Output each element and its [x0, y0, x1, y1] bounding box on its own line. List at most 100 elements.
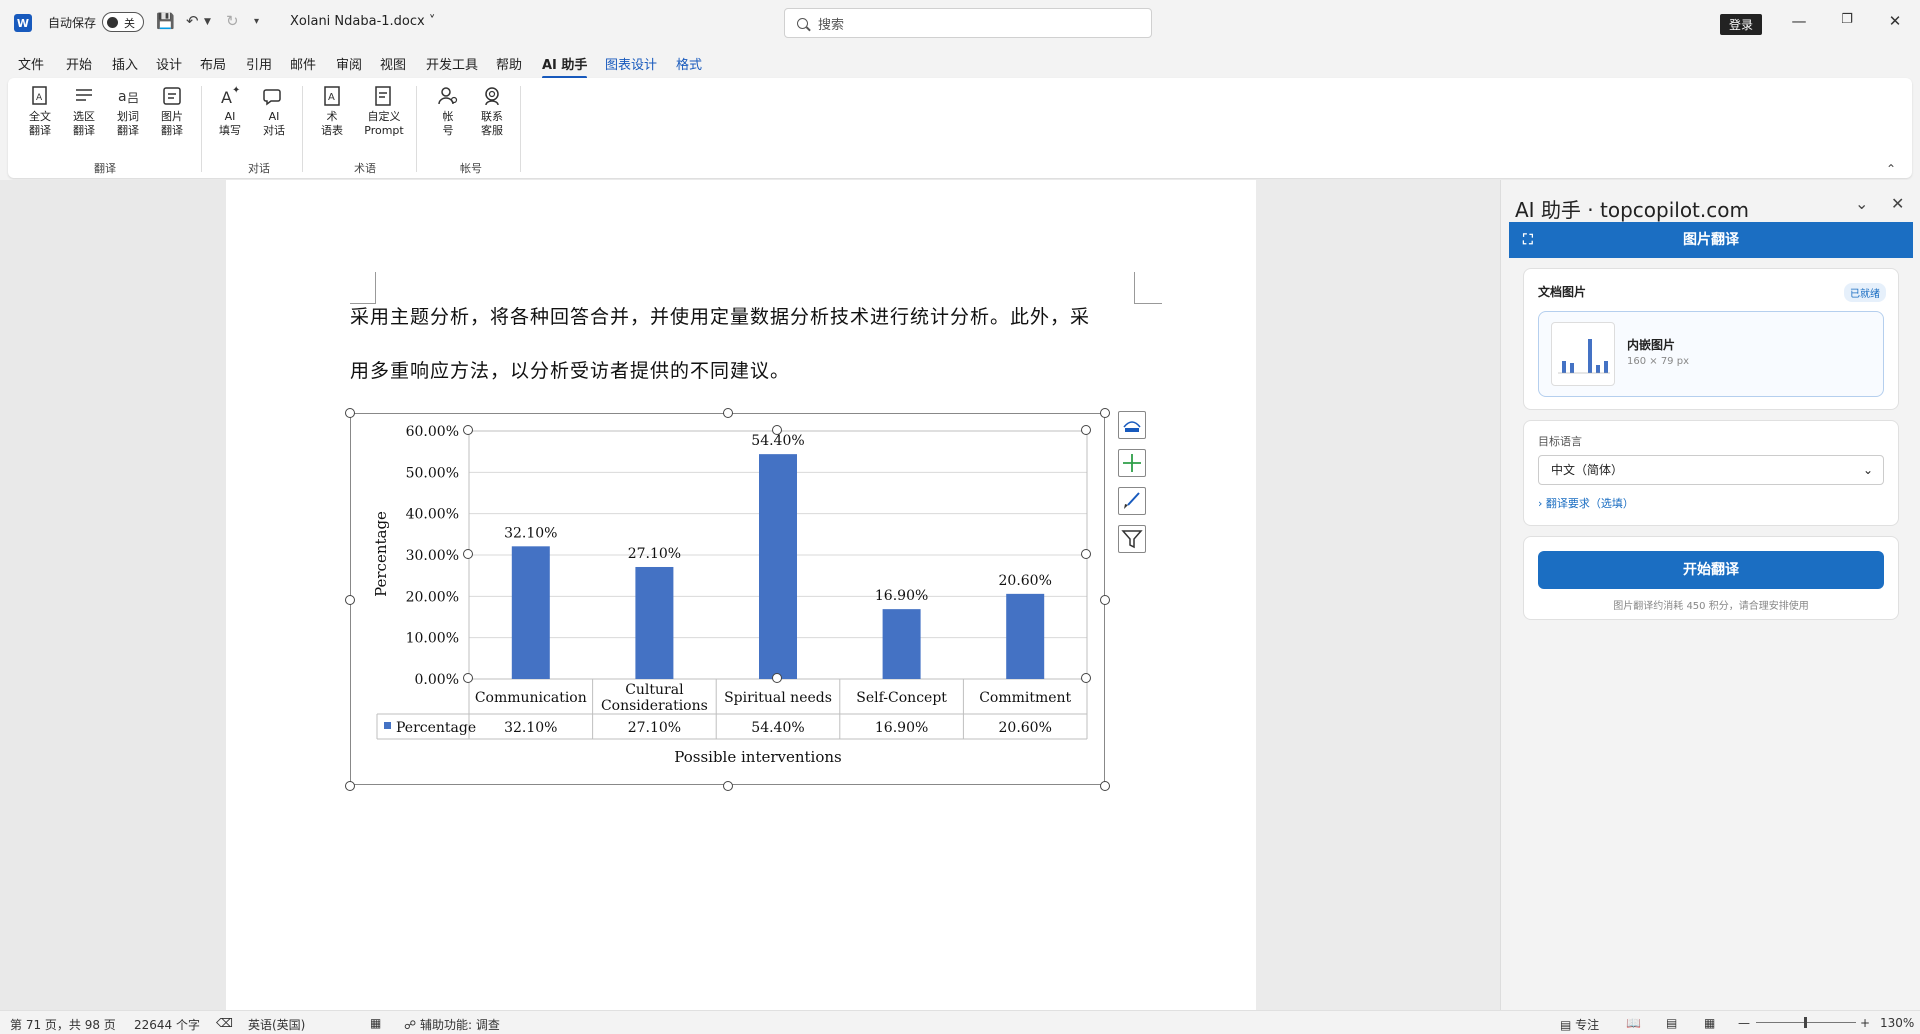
y-tick-label: 10.00%: [406, 631, 459, 647]
tab-help[interactable]: 帮助: [496, 54, 522, 73]
page-count[interactable]: 第 71 页，共 98 页: [10, 1016, 116, 1033]
brush-icon: [1124, 492, 1140, 509]
bar: [511, 546, 550, 679]
undo-dropdown-icon[interactable]: ▼: [204, 17, 211, 27]
tab-file[interactable]: 文件: [18, 54, 44, 73]
customize-qat-icon[interactable]: ▾: [254, 16, 259, 27]
tab-chart-design[interactable]: 图表设计: [605, 54, 657, 73]
chart-filters-button[interactable]: [1118, 525, 1146, 553]
glossary-button[interactable]: A 术语表: [312, 84, 352, 138]
y-axis-title: Percentage: [372, 511, 390, 597]
tab-developer[interactable]: 开发工具: [426, 54, 478, 73]
focus-mode-button[interactable]: ▤ 专注: [1560, 1016, 1599, 1033]
image-translate-button[interactable]: 图片 翻译: [152, 84, 192, 138]
macro-icon[interactable]: ▦: [370, 1016, 381, 1030]
resize-handle[interactable]: [1100, 781, 1110, 791]
word-count[interactable]: 22644 个字: [134, 1016, 200, 1033]
tab-references[interactable]: 引用: [246, 54, 272, 73]
close-window-icon[interactable]: ✕: [1880, 12, 1910, 30]
table-value: 27.10%: [628, 720, 681, 736]
chart-styles-button[interactable]: [1118, 487, 1146, 515]
layout-options-button[interactable]: [1118, 411, 1146, 439]
doc-images-heading: 文档图片: [1538, 285, 1587, 299]
plot-area-handle[interactable]: [463, 425, 473, 435]
full-translate-button[interactable]: A 全文 翻译: [20, 84, 60, 138]
body-paragraph-line[interactable]: 用多重响应方法，以分析受访者提供的不同建议。: [350, 356, 790, 383]
autosave-toggle[interactable]: 关: [102, 12, 144, 32]
zoom-level[interactable]: 130%: [1880, 1016, 1914, 1030]
plot-area-handle[interactable]: [1081, 549, 1091, 559]
plot-area-handle[interactable]: [463, 673, 473, 683]
selection-translate-button[interactable]: 选区 翻译: [64, 84, 104, 138]
zoom-out-button[interactable]: —: [1738, 1016, 1750, 1030]
tab-ai-assistant[interactable]: AI 助手: [542, 54, 588, 79]
resize-handle[interactable]: [1100, 595, 1110, 605]
plot-area-handle[interactable]: [463, 549, 473, 559]
resize-handle[interactable]: [723, 408, 733, 418]
target-language-select[interactable]: 中文（简体） ⌄: [1538, 455, 1884, 485]
save-icon[interactable]: 💾: [156, 12, 175, 30]
chart-object[interactable]: 0.00% 10.00% 20.00% 30.00% 40.00% 50.00% 60.00…: [350, 413, 1105, 785]
language-icon: a吕: [116, 84, 140, 108]
plot-area-handle[interactable]: [772, 673, 782, 683]
target-language-card: 目标语言 中文（简体） ⌄ › 翻译要求（选填）: [1523, 420, 1899, 526]
resize-handle[interactable]: [1100, 408, 1110, 418]
ai-assistant-panel: AI 助手 · topcopilot.com ⌄ ✕ ⛶ 图片翻译 文档图片 已…: [1500, 180, 1920, 1010]
plot-area-handle[interactable]: [1081, 673, 1091, 683]
chevron-down-icon: ⌄: [1862, 463, 1873, 477]
login-button[interactable]: 登录: [1720, 14, 1763, 35]
read-mode-icon[interactable]: 📖: [1626, 1016, 1641, 1030]
ai-chat-button[interactable]: AI 对话: [254, 84, 294, 138]
selection-translate-icon: [72, 84, 96, 108]
plot-area-handle[interactable]: [1081, 425, 1091, 435]
zoom-slider-track[interactable]: [1756, 1017, 1856, 1028]
svg-text:a: a: [118, 89, 127, 105]
close-icon[interactable]: ✕: [1891, 194, 1904, 213]
expand-icon[interactable]: ⛶: [1523, 222, 1533, 258]
print-layout-icon[interactable]: ▤: [1666, 1016, 1677, 1030]
chevron-down-icon[interactable]: ⌄: [1855, 194, 1868, 213]
body-paragraph-line[interactable]: 采用主题分析，将各种回答合并，并使用定量数据分析技术进行统计分析。此外，采: [350, 302, 1090, 329]
tab-insert[interactable]: 插入: [112, 54, 138, 73]
svg-text:A: A: [221, 88, 232, 107]
web-layout-icon[interactable]: ▦: [1704, 1016, 1715, 1030]
redo-icon[interactable]: ↻: [226, 12, 239, 30]
accessibility-status[interactable]: ☍ 辅助功能: 调查: [404, 1016, 500, 1033]
data-label: 54.40%: [751, 433, 804, 449]
start-translate-button[interactable]: 开始翻译: [1538, 551, 1884, 589]
group-separator: [520, 86, 521, 172]
category-label: Spiritual needs: [724, 690, 832, 706]
language-status[interactable]: 英语(英国): [248, 1016, 305, 1033]
custom-prompt-button[interactable]: 自定义 Prompt: [358, 84, 410, 138]
collapse-ribbon-icon[interactable]: ⌃: [1886, 162, 1896, 176]
zoom-slider-thumb[interactable]: [1804, 1017, 1807, 1028]
tab-home[interactable]: 开始: [66, 54, 92, 73]
proofing-icon[interactable]: ⌫: [216, 1016, 233, 1030]
tab-view[interactable]: 视图: [380, 54, 406, 73]
account-button[interactable]: 帐号: [428, 84, 468, 138]
minimize-icon[interactable]: —: [1784, 12, 1814, 30]
document-title[interactable]: Xolani Ndaba-1.docx ˅: [290, 14, 435, 29]
tab-layout[interactable]: 布局: [200, 54, 226, 73]
tab-design[interactable]: 设计: [156, 54, 182, 73]
word-translate-button[interactable]: a吕 划词 翻译: [108, 84, 148, 138]
zoom-in-button[interactable]: +: [1860, 1016, 1870, 1030]
tab-review[interactable]: 审阅: [336, 54, 362, 73]
restore-icon[interactable]: ❐: [1832, 12, 1862, 27]
tab-format[interactable]: 格式: [676, 54, 702, 73]
search-icon: [797, 17, 808, 29]
contact-support-button[interactable]: 联系 客服: [472, 84, 512, 138]
tab-mailings[interactable]: 邮件: [290, 54, 316, 73]
plot-area-handle[interactable]: [772, 425, 782, 435]
chart-elements-button[interactable]: [1118, 449, 1146, 477]
resize-handle[interactable]: [345, 408, 355, 418]
ai-fill-button[interactable]: A ✦ AI 填写: [210, 84, 250, 138]
translation-requirements-link[interactable]: › 翻译要求（选填）: [1538, 495, 1634, 511]
category-label: Cultural: [625, 682, 684, 698]
resize-handle[interactable]: [723, 781, 733, 791]
undo-icon[interactable]: ↶: [186, 12, 199, 30]
image-item[interactable]: 内嵌图片 160 × 79 px: [1538, 311, 1884, 397]
resize-handle[interactable]: [345, 781, 355, 791]
resize-handle[interactable]: [345, 595, 355, 605]
search-box[interactable]: 搜索: [784, 8, 1152, 38]
